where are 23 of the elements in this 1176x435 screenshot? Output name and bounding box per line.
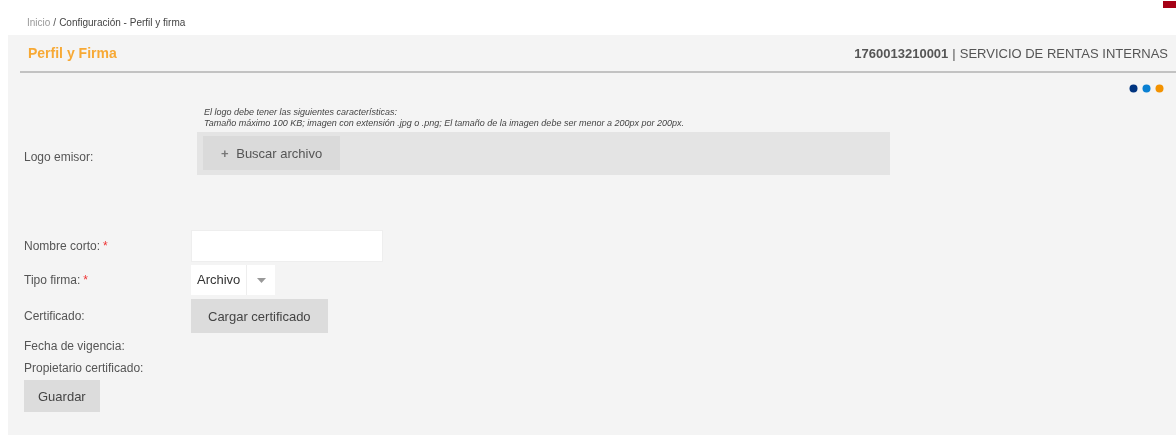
load-certificate-button[interactable]: Cargar certificado [191, 299, 328, 333]
ruc-number: 1760013210001 [854, 45, 949, 61]
field-label: Tipo firma: * [24, 273, 89, 287]
hint-text: El logo debe tener las siguientes características: [204, 107, 399, 118]
breadcrumb-current: Configuración - Perfil y firma [59, 17, 186, 28]
field-label: Fecha de vigencia: [24, 339, 126, 353]
dots-menu-icon[interactable] [1129, 84, 1165, 93]
header-separator: | [952, 45, 956, 61]
required-mark: * [103, 239, 108, 253]
signature-type-select[interactable]: Archivo [191, 265, 276, 295]
field-label: Certificado: [24, 309, 86, 323]
entity-name: SERVICIO DE RENTAS INTERNAS [959, 45, 1168, 61]
browse-button[interactable]: + Buscar archivo [203, 136, 341, 170]
page-title: Perfil y Firma [28, 45, 117, 61]
save-button[interactable]: Guardar [24, 380, 100, 412]
field-label: Nombre corto: * [24, 239, 109, 253]
caret-icon [256, 277, 266, 283]
field-label: Propietario certificado: [24, 361, 145, 375]
field-label: Logo emisor: [24, 150, 95, 166]
breadcrumb-separator: / [53, 17, 57, 28]
required-mark: * [83, 273, 88, 287]
flag-icon [1163, 1, 1176, 8]
hint-text: Tamaño máximo 100 KB; imagen con extensión .jpg o .png; El tamaño de la imagen debe ser menor a 200px por 200px. [204, 118, 685, 129]
